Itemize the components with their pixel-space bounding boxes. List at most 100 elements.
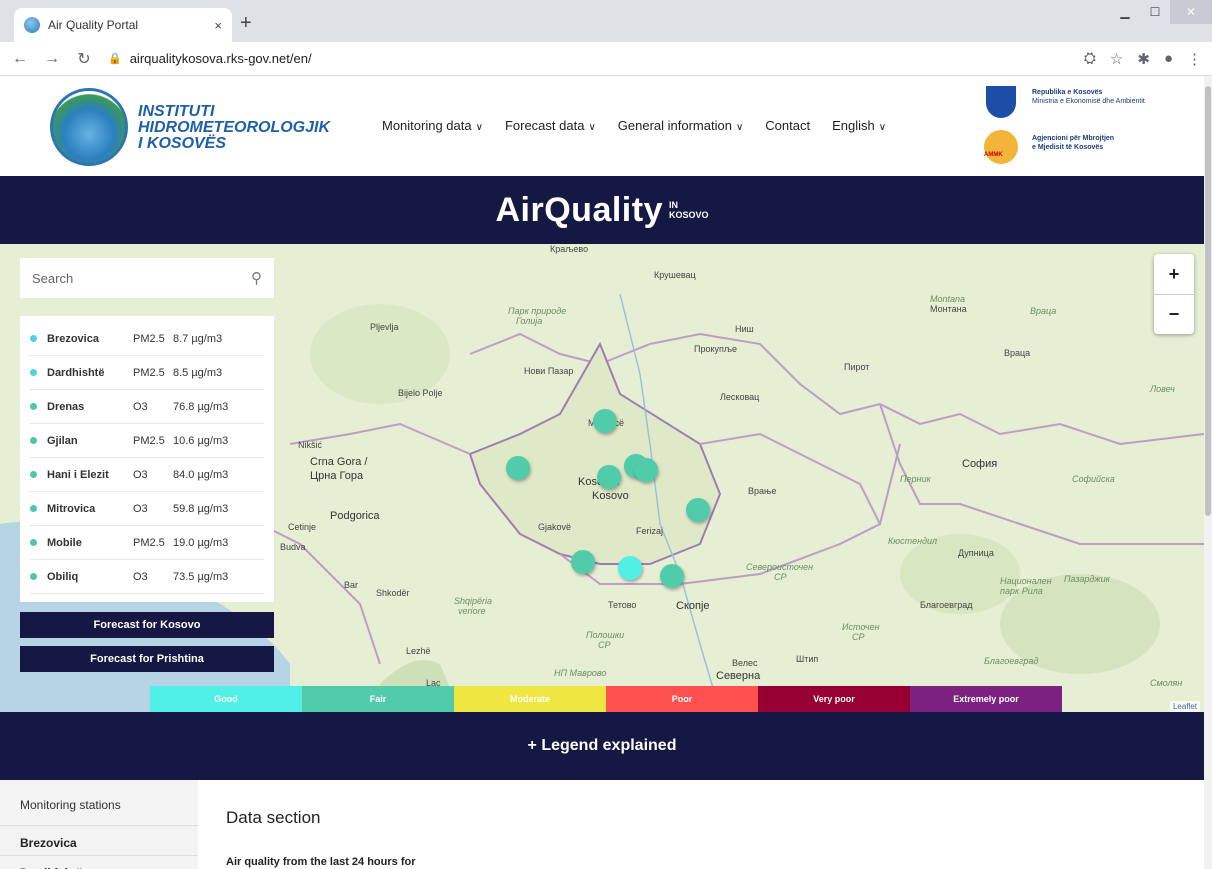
sidebar-item-dardhishte[interactable]: Dardhishtë <box>0 856 198 869</box>
back-icon[interactable]: ← <box>8 50 32 68</box>
status-dot-icon <box>30 539 37 546</box>
map-label: Североисточен <box>746 562 814 572</box>
station-marker[interactable] <box>506 456 530 480</box>
bookmark-star-icon[interactable]: ☆ <box>1110 50 1123 68</box>
nav-language[interactable]: English ∨ <box>832 118 886 133</box>
air-quality-map[interactable]: Краљево Крушевац Pljevlja Парк природе Г… <box>0 244 1204 712</box>
data-area: Monitoring stations Brezovica Dardhishtë… <box>0 780 1204 869</box>
forward-icon[interactable]: → <box>40 50 64 68</box>
map-label: Crna Gora / <box>310 456 368 468</box>
station-row[interactable]: Hani i Elezit O3 84.0 µg/m3 <box>30 458 264 492</box>
gov-title: Republika e Kosovës <box>1032 89 1103 96</box>
browser-tab-strip: Air Quality Portal × + ▁ ☐ ✕ <box>0 0 1212 42</box>
station-marker[interactable] <box>686 498 710 522</box>
map-label: Софийска <box>1072 474 1115 484</box>
banner-title: AirQuality <box>495 190 663 229</box>
station-row[interactable]: Obiliq O3 73.5 µg/m3 <box>30 560 264 594</box>
translate-icon[interactable]: ⛭ <box>1084 50 1096 68</box>
browser-tab[interactable]: Air Quality Portal × <box>14 8 232 42</box>
reload-icon[interactable]: ↻ <box>72 49 96 69</box>
aqi-legend: Good Fair Moderate Poor Very poor Extremely p… <box>150 686 1062 712</box>
data-section: Data section Air quality from the last 2… <box>226 780 415 868</box>
map-label: СР <box>774 572 787 582</box>
station-row[interactable]: Dardhishtë PM2.5 8.5 µg/m3 <box>30 356 264 390</box>
nav-monitoring-data[interactable]: Monitoring data ∨ <box>382 118 483 133</box>
map-label: Shqipëria <box>454 596 493 606</box>
logo-text[interactable]: INSTITUTI HIDROMETEOROLOGJIK I KOSOVËS <box>138 104 330 152</box>
map-label: Montana <box>930 294 966 304</box>
station-pollutant: PM2.5 <box>133 366 165 379</box>
map-label: Bar <box>344 580 359 590</box>
site-header: INSTITUTI HIDROMETEOROLOGJIK I KOSOVËS M… <box>0 76 1204 176</box>
map-label: Благоевград <box>984 656 1039 666</box>
logo-line-2: HIDROMETEOROLOGJIK <box>138 119 331 136</box>
zoom-in-button[interactable]: + <box>1154 254 1194 294</box>
map-label: Велес <box>732 658 758 668</box>
sidebar-item-brezovica[interactable]: Brezovica <box>0 826 198 856</box>
new-tab-button[interactable]: + <box>240 12 252 35</box>
station-row[interactable]: Mobile PM2.5 19.0 µg/m3 <box>30 526 264 560</box>
extensions-icon[interactable]: ✱ <box>1137 50 1150 68</box>
gov-text: Republika e Kosovës Ministria e Ekonomis… <box>1032 88 1204 106</box>
station-search[interactable]: Search ⚲ <box>20 258 274 298</box>
legend-explained-button[interactable]: + Legend explained <box>0 712 1204 780</box>
tab-close-icon[interactable]: × <box>214 18 222 33</box>
url-text: airqualitykosova.rks-gov.net/en/ <box>129 51 312 66</box>
map-label: Пазарджик <box>1064 574 1110 584</box>
station-pollutant: PM2.5 <box>133 332 165 345</box>
logo-line-1: INSTITUTI <box>138 103 215 120</box>
agency-line-1: Agjencioni për Mbrojtjen <box>1032 135 1115 142</box>
close-window-icon[interactable]: ✕ <box>1170 0 1212 24</box>
ihmk-logo-icon[interactable] <box>50 88 128 166</box>
search-input[interactable]: Search <box>32 271 73 286</box>
url-field[interactable]: 🔒 airqualitykosova.rks-gov.net/en/ <box>108 51 312 66</box>
maximize-icon[interactable]: ☐ <box>1140 0 1170 24</box>
station-marker[interactable] <box>593 409 617 433</box>
legend-item: Extremely poor <box>910 686 1062 712</box>
nav-contact[interactable]: Contact <box>765 118 810 133</box>
station-pollutant: O3 <box>133 400 148 413</box>
station-row[interactable]: Brezovica PM2.5 8.7 µg/m3 <box>30 322 264 356</box>
chevron-down-icon: ∨ <box>475 122 483 133</box>
station-row[interactable]: Drenas O3 76.8 µg/m3 <box>30 390 264 424</box>
lock-icon: 🔒 <box>108 53 122 65</box>
station-value: 19.0 µg/m3 <box>173 536 229 549</box>
data-section-title: Data section <box>226 808 321 827</box>
map-label: Прокупље <box>694 344 738 354</box>
tab-title: Air Quality Portal <box>48 18 139 32</box>
nav-general-information[interactable]: General information ∨ <box>618 118 744 133</box>
status-dot-icon <box>30 335 37 342</box>
map-label: СР <box>598 640 611 650</box>
station-value: 59.8 µg/m3 <box>173 502 229 515</box>
profile-icon[interactable]: ● <box>1164 50 1173 68</box>
map-label: Голија <box>516 316 543 326</box>
chevron-down-icon: ∨ <box>735 122 744 133</box>
map-label: Кюстендил <box>888 536 938 546</box>
station-marker[interactable] <box>660 564 684 588</box>
map-label: Дупница <box>958 548 994 558</box>
agency-text: Agjencioni për Mbrojtjen e Mjedisit të K… <box>1032 134 1204 152</box>
leaflet-attribution[interactable]: Leaflet <box>1169 701 1200 712</box>
legend-item: Fair <box>302 686 454 712</box>
station-marker[interactable] <box>597 465 621 489</box>
map-label: НП Маврово <box>554 668 607 678</box>
forecast-prishtina-button[interactable]: Forecast for Prishtina <box>20 646 274 672</box>
zoom-out-button[interactable]: − <box>1154 294 1194 334</box>
airquality-banner: AirQuality IN KOSOVO <box>0 176 1204 244</box>
search-icon[interactable]: ⚲ <box>251 269 262 287</box>
menu-icon[interactable]: ⋮ <box>1187 50 1202 68</box>
status-dot-icon <box>30 471 37 478</box>
station-marker[interactable] <box>634 458 658 482</box>
station-marker[interactable] <box>618 556 642 580</box>
station-marker[interactable] <box>571 550 595 574</box>
forecast-kosovo-button[interactable]: Forecast for Kosovo <box>20 612 274 638</box>
status-dot-icon <box>30 403 37 410</box>
station-pollutant: PM2.5 <box>133 536 165 549</box>
station-row[interactable]: Gjilan PM2.5 10.6 µg/m3 <box>30 424 264 458</box>
minimize-icon[interactable]: ▁ <box>1110 0 1140 24</box>
map-label: Lezhë <box>406 646 431 656</box>
page-scrollbar[interactable] <box>1204 76 1212 869</box>
nav-forecast-data[interactable]: Forecast data ∨ <box>505 118 596 133</box>
station-row[interactable]: Mitrovica O3 59.8 µg/m3 <box>30 492 264 526</box>
scrollbar-thumb[interactable] <box>1205 86 1211 516</box>
